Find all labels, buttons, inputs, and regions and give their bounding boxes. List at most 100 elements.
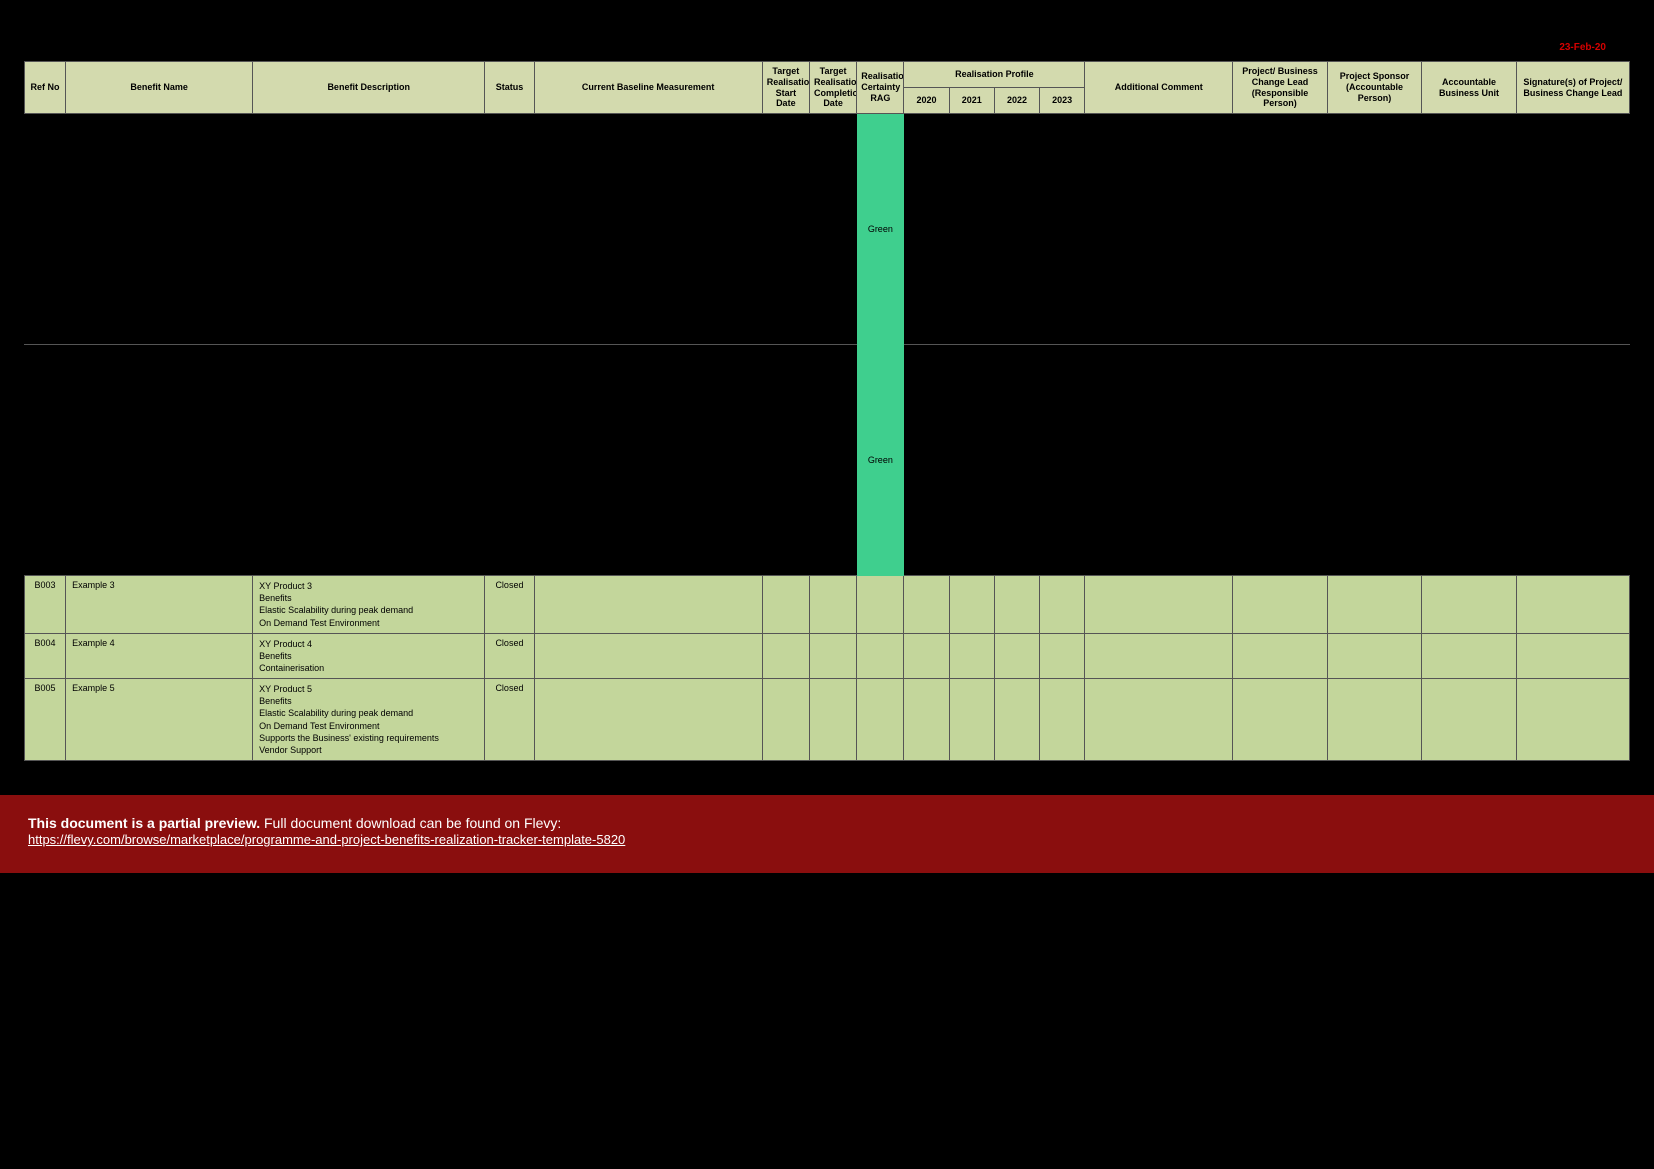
cell-comment <box>1085 633 1233 678</box>
table-row: B003Example 3XY Product 3BenefitsElastic… <box>25 576 1630 634</box>
col-year-2020: 2020 <box>904 88 949 114</box>
cell-benefit-description: XY Product 4BenefitsContainerisation <box>253 633 485 678</box>
empty-cell <box>994 114 1039 345</box>
col-accountable-bu: Accountable Business Unit <box>1422 62 1517 114</box>
col-target-completion: Target Realisation Completion Date <box>809 62 856 114</box>
cell-benefit-name: Example 3 <box>66 576 253 634</box>
empty-cell <box>66 345 253 576</box>
cell-baseline <box>534 633 762 678</box>
rag-cell: Green <box>857 114 904 345</box>
col-rag: Realisation Certainty RAG <box>857 62 904 114</box>
empty-cell <box>904 345 949 576</box>
cell-change-lead <box>1233 679 1328 761</box>
empty-cell <box>1233 345 1328 576</box>
cell-signature <box>1516 633 1629 678</box>
banner-link[interactable]: https://flevy.com/browse/marketplace/pro… <box>28 832 625 847</box>
cell-status: Closed <box>485 679 534 761</box>
cell-target-start <box>762 679 809 761</box>
rag-cell: Green <box>857 345 904 576</box>
cell-target-start <box>762 633 809 678</box>
empty-cell <box>485 345 534 576</box>
empty-cell <box>904 114 949 345</box>
col-year-2022: 2022 <box>994 88 1039 114</box>
cell-rag <box>857 679 904 761</box>
cell-ref: B004 <box>25 633 66 678</box>
col-realisation-profile: Realisation Profile <box>904 62 1085 88</box>
col-benefit-name: Benefit Name <box>66 62 253 114</box>
empty-cell <box>1085 345 1233 576</box>
empty-cell <box>809 114 856 345</box>
table-row: B004Example 4XY Product 4BenefitsContain… <box>25 633 1630 678</box>
empty-cell <box>1422 114 1517 345</box>
cell-2021 <box>949 679 994 761</box>
table-header: Ref No Benefit Name Benefit Description … <box>25 62 1630 114</box>
cell-2022 <box>994 679 1039 761</box>
cell-abu <box>1422 576 1517 634</box>
cell-ref: B005 <box>25 679 66 761</box>
col-current-baseline: Current Baseline Measurement <box>534 62 762 114</box>
cell-status: Closed <box>485 633 534 678</box>
cell-2021 <box>949 576 994 634</box>
banner-text: This document is a partial preview. Full… <box>28 815 1626 831</box>
col-status: Status <box>485 62 534 114</box>
cell-abu <box>1422 679 1517 761</box>
empty-cell <box>1085 114 1233 345</box>
cell-target-completion <box>809 679 856 761</box>
benefits-tracker-table: Ref No Benefit Name Benefit Description … <box>24 61 1630 761</box>
cell-2020 <box>904 576 949 634</box>
cell-benefit-name: Example 5 <box>66 679 253 761</box>
banner-bold: This document is a partial preview. <box>28 815 260 831</box>
cell-baseline <box>534 679 762 761</box>
cell-signature <box>1516 679 1629 761</box>
cell-2022 <box>994 633 1039 678</box>
empty-cell <box>762 345 809 576</box>
cell-sponsor <box>1327 679 1422 761</box>
empty-cell <box>25 345 66 576</box>
col-target-start: Target Realisation Start Date <box>762 62 809 114</box>
table-row-dark: Green <box>25 345 1630 576</box>
cell-benefit-description: XY Product 3BenefitsElastic Scalability … <box>253 576 485 634</box>
col-project-sponsor: Project Sponsor (Accountable Person) <box>1327 62 1422 114</box>
empty-cell <box>253 345 485 576</box>
page-date: 23-Feb-20 <box>0 0 1654 61</box>
cell-target-completion <box>809 633 856 678</box>
cell-sponsor <box>1327 576 1422 634</box>
col-benefit-description: Benefit Description <box>253 62 485 114</box>
cell-2022 <box>994 576 1039 634</box>
table-body: GreenGreenB003Example 3XY Product 3Benef… <box>25 114 1630 761</box>
empty-cell <box>25 114 66 345</box>
col-signature: Signature(s) of Project/ Business Change… <box>1516 62 1629 114</box>
cell-rag <box>857 633 904 678</box>
empty-cell <box>1516 345 1629 576</box>
empty-cell <box>1516 114 1629 345</box>
cell-benefit-name: Example 4 <box>66 633 253 678</box>
cell-change-lead <box>1233 633 1328 678</box>
empty-cell <box>1040 345 1085 576</box>
cell-target-completion <box>809 576 856 634</box>
cell-comment <box>1085 679 1233 761</box>
empty-cell <box>809 345 856 576</box>
col-ref-no: Ref No <box>25 62 66 114</box>
cell-benefit-description: XY Product 5BenefitsElastic Scalability … <box>253 679 485 761</box>
cell-status: Closed <box>485 576 534 634</box>
empty-cell <box>485 114 534 345</box>
empty-cell <box>1422 345 1517 576</box>
empty-cell <box>762 114 809 345</box>
cell-2020 <box>904 633 949 678</box>
col-year-2023: 2023 <box>1040 88 1085 114</box>
col-year-2021: 2021 <box>949 88 994 114</box>
table-row-dark: Green <box>25 114 1630 345</box>
cell-2021 <box>949 633 994 678</box>
cell-change-lead <box>1233 576 1328 634</box>
empty-cell <box>66 114 253 345</box>
table-row: B005Example 5XY Product 5BenefitsElastic… <box>25 679 1630 761</box>
col-change-lead: Project/ Business Change Lead (Responsib… <box>1233 62 1328 114</box>
empty-cell <box>1327 345 1422 576</box>
cell-sponsor <box>1327 633 1422 678</box>
empty-cell <box>949 345 994 576</box>
empty-cell <box>253 114 485 345</box>
cell-comment <box>1085 576 1233 634</box>
empty-cell <box>994 345 1039 576</box>
empty-cell <box>949 114 994 345</box>
cell-2020 <box>904 679 949 761</box>
